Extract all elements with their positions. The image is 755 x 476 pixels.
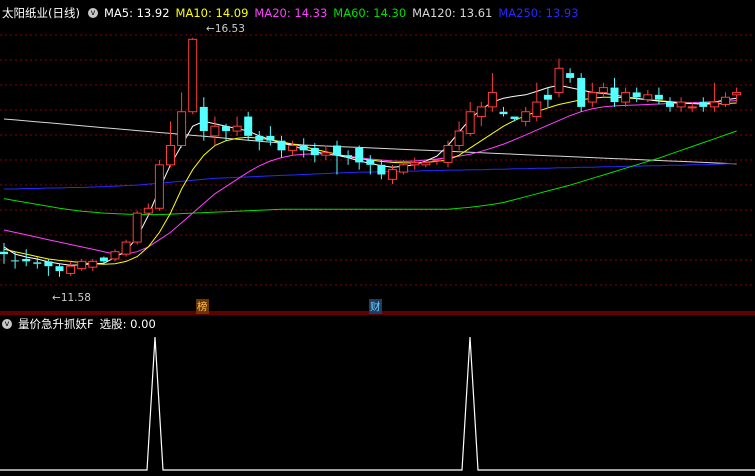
candle-body-down: [222, 126, 230, 132]
candle-body-up: [210, 125, 220, 137]
candle-body-down: [266, 135, 275, 141]
candle-body-up: [410, 161, 420, 166]
candle-body-up: [188, 38, 198, 113]
candle-body-up: [321, 152, 331, 156]
candle-body-up: [643, 94, 653, 101]
candle-body-down: [310, 147, 319, 156]
candle-body-down: [277, 140, 286, 151]
candle-body-down: [610, 87, 619, 103]
candle-body-up: [621, 91, 631, 103]
indicator-value: 选股: 0.00: [99, 317, 156, 331]
candle-body-down: [377, 164, 386, 175]
candle-body-up: [587, 91, 597, 103]
candle-body-down: [44, 261, 53, 267]
candle-body-up: [676, 101, 686, 108]
indicator-toggle-icon[interactable]: v: [2, 319, 12, 329]
candle-body-up: [521, 111, 531, 122]
candle-body-down: [344, 155, 353, 158]
high-price-label: ←16.53: [206, 23, 245, 35]
candle-body-down: [0, 251, 8, 255]
candle-body-up: [487, 91, 497, 108]
candle-body-up: [166, 145, 175, 166]
candle-body-down: [33, 262, 42, 264]
ranking-marker[interactable]: 榜: [196, 299, 209, 314]
ma20-line: [3, 100, 737, 255]
candle-body-up: [732, 91, 742, 96]
candle-body-down: [666, 102, 674, 107]
ma60-label: MA60: 14.30: [333, 6, 407, 20]
candle-body-down: [632, 92, 641, 98]
candle-body-up: [443, 145, 453, 163]
candle-body-down: [333, 145, 341, 156]
candle-body-up: [232, 125, 242, 132]
main-legend: 太阳纸业(日线) v MA5: 13.92 MA10: 14.09 MA20: …: [0, 5, 585, 21]
candle-body-down: [577, 77, 586, 107]
candle-body-down: [510, 116, 519, 119]
candle-body-up: [432, 159, 442, 162]
candle-body-up: [110, 251, 120, 260]
candle-body-up: [476, 106, 486, 118]
candle-body-up: [554, 67, 564, 93]
candle-body-up: [465, 111, 475, 134]
candle-body-down: [499, 111, 508, 115]
low-price-label: ←11.58: [52, 292, 91, 304]
candle-body-up: [143, 207, 153, 214]
candle-body-down: [55, 266, 64, 272]
candle-body-up: [288, 145, 298, 151]
candle-body-up: [421, 161, 431, 166]
indicator-legend: v 量价急升抓妖F 选股: 0.00: [0, 316, 162, 332]
candle-body-down: [543, 94, 552, 100]
stock-title[interactable]: 太阳纸业(日线): [2, 5, 80, 21]
candle-body-up: [132, 212, 142, 243]
candle-body-up: [598, 87, 608, 93]
candle-body-up: [399, 164, 409, 173]
indicator-name[interactable]: 量价急升抓妖F: [18, 316, 94, 332]
candle-body-up: [121, 241, 131, 255]
candle-body-down: [699, 102, 708, 107]
signal-line: [0, 336, 755, 471]
candle-body-up: [66, 265, 76, 274]
ma20-label: MA20: 14.33: [254, 6, 328, 20]
ma10-label: MA10: 14.09: [175, 6, 249, 20]
ma250-label: MA250: 13.93: [498, 6, 579, 20]
ma120-label: MA120: 13.61: [412, 6, 493, 20]
legend-toggle-icon[interactable]: v: [87, 8, 98, 18]
candle-body-up: [709, 101, 719, 108]
candle-body-down: [22, 258, 31, 262]
candle-body-down: [366, 160, 375, 165]
chart-canvas: [0, 34, 755, 471]
candle-body-up: [154, 164, 164, 209]
candle-body-down: [654, 94, 663, 100]
candle-body-up: [177, 111, 187, 147]
indicator-lines: [0, 336, 755, 471]
finance-marker[interactable]: 财: [369, 299, 382, 314]
candle-body-up: [388, 169, 397, 180]
ma5-label: MA5: 13.92: [103, 6, 170, 20]
candle-body-down: [11, 260, 20, 262]
candle-body-up: [532, 101, 542, 118]
candle-body-down: [99, 257, 108, 262]
moving-average-lines: [3, 84, 737, 266]
ma10-line: [3, 96, 737, 265]
candle-body-up: [88, 260, 98, 268]
candle-body-down: [199, 106, 208, 132]
candle-body-down: [355, 147, 364, 163]
candle-body-up: [454, 130, 464, 147]
candle-body-down: [255, 135, 264, 141]
candle-body-up: [687, 106, 697, 109]
candle-body-down: [299, 145, 308, 151]
candle-body-up: [721, 96, 730, 105]
candle-body-up: [77, 260, 87, 270]
candlesticks: [0, 37, 742, 277]
candle-body-down: [566, 73, 575, 78]
candle-body-down: [244, 116, 253, 136]
ma5-line: [3, 84, 737, 266]
